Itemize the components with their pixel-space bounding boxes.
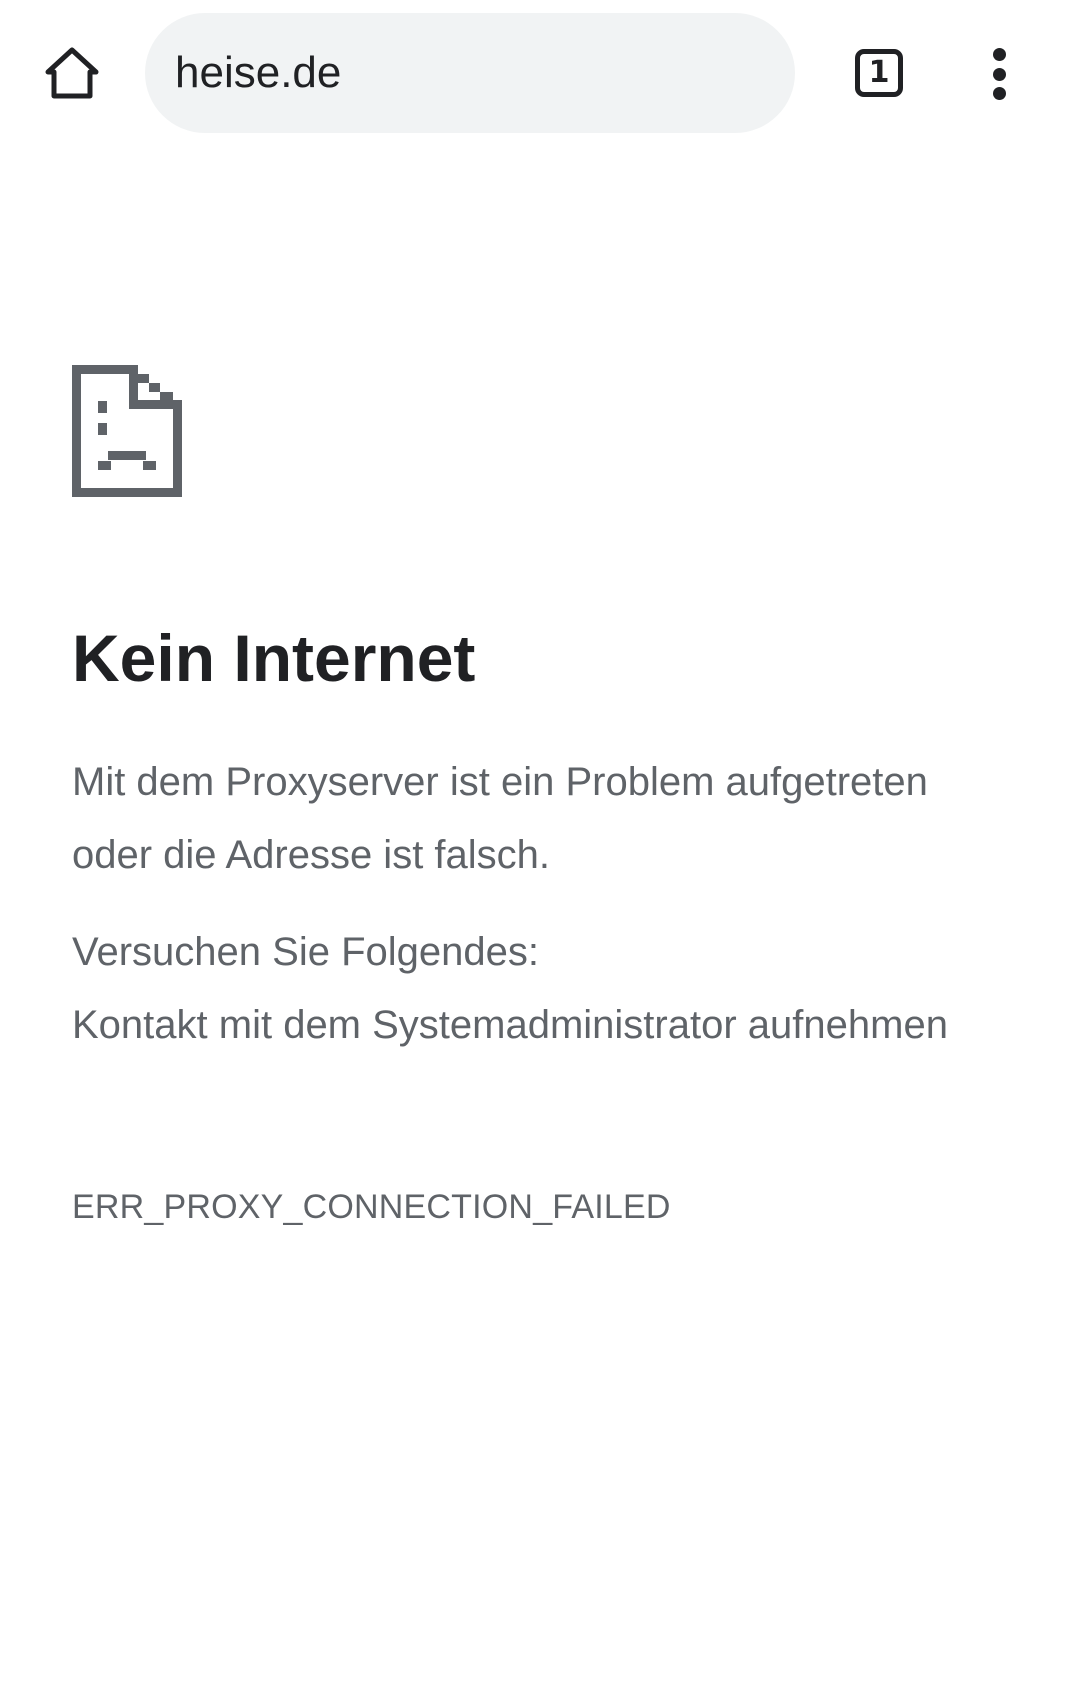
home-button[interactable]	[40, 42, 104, 106]
sad-page-icon	[72, 365, 182, 497]
suggestions-heading: Versuchen Sie Folgendes:	[72, 930, 539, 974]
error-title: Kein Internet	[72, 621, 476, 695]
error-code: ERR_PROXY_CONNECTION_FAILED	[72, 1188, 671, 1226]
error-description: Mit dem Proxyserver ist ein Problem aufg…	[72, 760, 928, 877]
home-icon	[45, 47, 99, 99]
more-vert-icon	[992, 48, 1006, 61]
more-vert-icon	[992, 67, 1006, 81]
browser-toolbar: heise.de 1	[0, 0, 1079, 145]
tab-count-icon: 1	[855, 49, 903, 97]
address-bar[interactable]: heise.de	[145, 13, 795, 133]
more-vert-icon	[992, 87, 1006, 100]
tab-switcher-button[interactable]: 1	[850, 44, 908, 102]
more-menu-button[interactable]	[975, 44, 1023, 104]
url-text: heise.de	[175, 48, 342, 97]
tab-count: 1	[868, 55, 890, 90]
suggestions-block: Versuchen Sie Folgendes: Kontakt mit dem…	[72, 916, 1012, 1062]
suggestion-item: Kontakt mit dem Systemadministrator aufn…	[72, 1003, 948, 1047]
